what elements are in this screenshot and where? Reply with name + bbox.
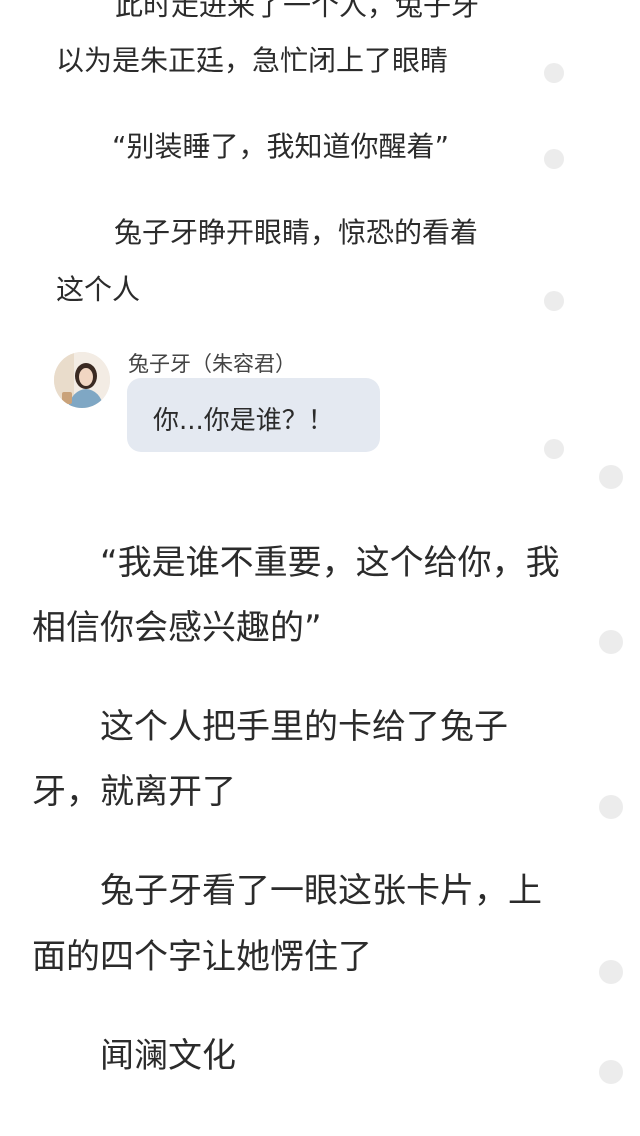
speaker-avatar[interactable] (54, 352, 110, 408)
comment-dot[interactable] (544, 63, 564, 83)
story-line: 相信你会感兴趣的” (32, 608, 322, 648)
dialogue-text: 你...你是谁？！ (153, 406, 334, 436)
story-line: 兔子牙睁开眼睛，惊恐的看着 (114, 216, 479, 249)
comment-dot[interactable] (599, 795, 623, 819)
story-line: 这个人 (56, 273, 141, 306)
story-line: 此时走进来了一个人，兔子牙 (115, 0, 480, 22)
story-line: “别装睡了，我知道你醒着” (112, 130, 450, 163)
story-line: 闻澜文化 (100, 1036, 236, 1076)
story-line: 以为是朱正廷，急忙闭上了眼睛 (56, 44, 449, 77)
comment-dot[interactable] (599, 630, 623, 654)
comment-dot[interactable] (599, 1060, 623, 1084)
comment-dot[interactable] (544, 291, 564, 311)
comment-dot[interactable] (599, 960, 623, 984)
story-line: “我是谁不重要，这个给你，我 (100, 543, 560, 583)
comment-dot[interactable] (599, 465, 623, 489)
story-line: 兔子牙看了一眼这张卡片，上 (100, 871, 542, 911)
comment-dot[interactable] (544, 439, 564, 459)
story-line: 面的四个字让她愣住了 (32, 937, 372, 977)
story-line: 这个人把手里的卡给了兔子 (100, 707, 508, 747)
story-line: 牙，就离开了 (32, 772, 236, 812)
comment-dot[interactable] (544, 149, 564, 169)
speaker-name: 兔子牙（朱容君） (128, 352, 296, 376)
dialogue-bubble: 你...你是谁？！ (127, 378, 380, 452)
